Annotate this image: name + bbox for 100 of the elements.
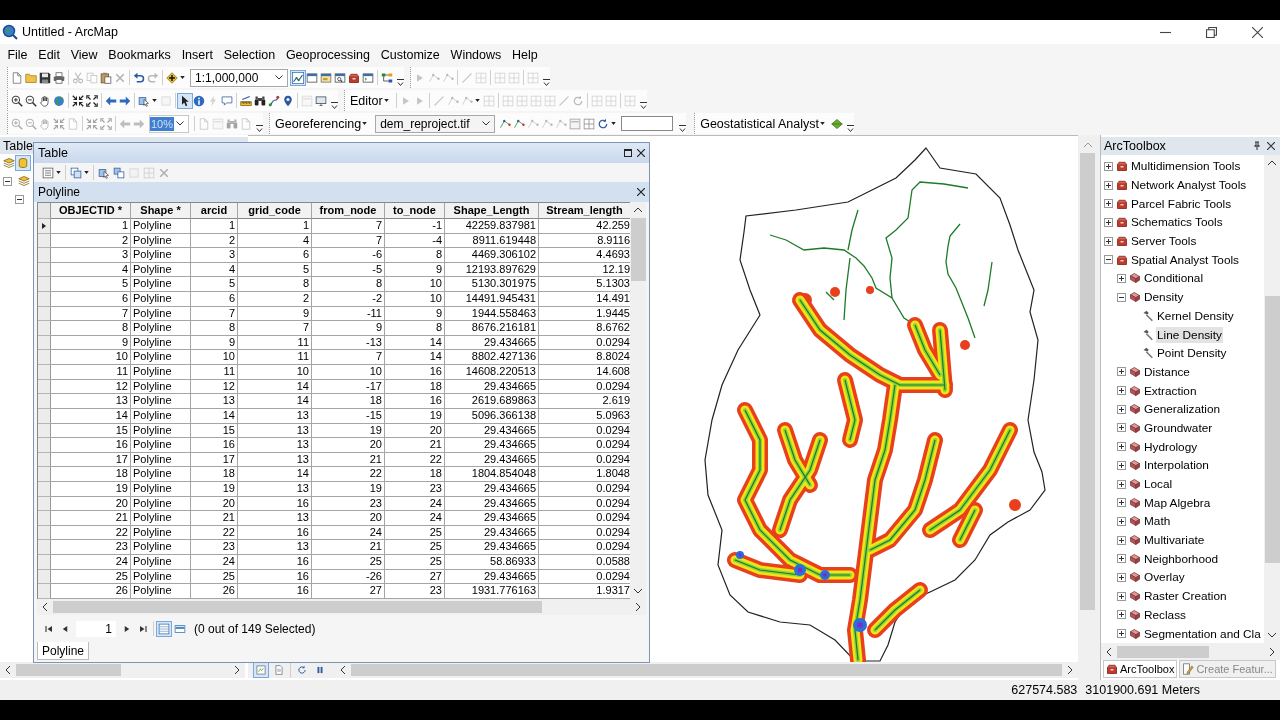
arrows-in-icon[interactable] [71,93,85,108]
chevron-right-icon[interactable] [635,602,641,612]
window-icon[interactable] [305,70,319,85]
location-pin-icon[interactable] [281,93,295,108]
column-header[interactable]: from_node [312,203,385,219]
tree-item[interactable]: Server Tools [1130,233,1198,250]
vertical-scrollbar[interactable] [630,202,646,599]
chevron-icon[interactable] [639,101,647,110]
printer-icon[interactable] [52,70,66,85]
route-icon[interactable] [267,93,281,108]
scrollbar-thumb[interactable] [16,664,121,676]
text-field[interactable] [621,116,674,131]
tree-item[interactable]: Interpolation [1143,457,1210,474]
tree-item[interactable]: Generalization [1143,401,1222,418]
column-header[interactable]: OBJECTID * [51,203,131,219]
close-icon[interactable] [637,188,645,196]
tree-item[interactable]: Kernel Density [1156,307,1235,324]
tree-item[interactable]: Local [1143,476,1174,493]
column-header[interactable]: Shape_Length [445,203,539,219]
diamond-plus-icon[interactable] [165,70,179,85]
expand-icon[interactable] [1117,535,1126,545]
expand-icon[interactable] [1117,273,1126,283]
tree-item[interactable]: Math [1143,513,1172,530]
caret-icon[interactable] [820,122,825,125]
caret-icon[interactable] [180,76,185,79]
tree-item[interactable]: Schematics Tools [1130,214,1224,231]
zoom-out-icon[interactable] [24,93,38,108]
expand-icon[interactable] [1117,460,1126,470]
menu-item[interactable]: Bookmarks [102,46,177,64]
menu-item[interactable]: File [2,46,33,64]
layer-combobox[interactable]: dem_reproject.tif [375,114,496,133]
scrollbar-thumb[interactable] [1264,296,1280,563]
caret-icon[interactable] [383,99,389,102]
collapse-icon[interactable] [1117,292,1126,302]
tree-item[interactable]: Overlay [1143,569,1186,586]
expand-icon[interactable] [1104,180,1113,190]
terminal-window-icon[interactable] [361,70,375,85]
info-icon[interactable] [192,93,206,108]
refresh-icon[interactable] [295,663,309,677]
database-icon[interactable] [16,156,30,170]
tree-item[interactable]: Spatial Analyst Tools [1130,251,1240,268]
menu-item[interactable]: Geoprocessing [280,46,376,64]
chevron-up-icon[interactable] [1267,160,1277,166]
caret-icon[interactable] [84,171,89,174]
expand-icon[interactable] [1117,554,1126,564]
tree-item[interactable]: Network Analyst Tools [1130,177,1248,194]
layers-icon[interactable] [2,156,16,170]
expand-icon[interactable] [1117,404,1126,414]
clipboard-icon[interactable] [99,70,113,85]
chevron-icon[interactable] [543,78,550,87]
column-header[interactable]: Shape * [131,203,191,219]
diamond-icon[interactable] [830,116,844,131]
chevron-right-icon[interactable] [1269,646,1275,657]
editor-menu-button[interactable]: Editor [347,91,394,110]
line-chart-icon[interactable] [291,70,305,85]
horizontal-scrollbar[interactable] [1101,643,1280,660]
menu-item[interactable]: Windows [445,46,507,64]
chevron-left-icon[interactable] [42,602,48,612]
collapse-icon[interactable] [3,176,12,186]
close-icon[interactable] [637,149,645,157]
caret-icon[interactable] [56,171,61,174]
scrollbar-thumb[interactable] [1080,153,1095,610]
chevron-right-icon[interactable] [1067,665,1073,675]
column-header[interactable]: arcid [191,203,238,219]
tree-item[interactable]: Line Density [1156,326,1223,343]
chevron-down-icon[interactable] [633,588,643,594]
menu-item[interactable]: Edit [32,46,66,64]
column-header[interactable]: to_node [385,203,445,219]
horizontal-scrollbar[interactable] [37,599,646,615]
caret-icon[interactable] [362,122,368,125]
chevron-down-icon[interactable] [1267,632,1277,638]
tables-icon[interactable] [68,165,83,180]
chevron-left-icon[interactable] [1106,646,1112,657]
speech-bubble-icon[interactable] [220,93,234,108]
expand-icon[interactable] [1117,498,1126,508]
panel-icon[interactable] [568,116,583,131]
tree-item[interactable]: Parcel Fabric Tools [1130,195,1233,212]
expand-icon[interactable] [1117,572,1126,582]
collapse-icon[interactable] [15,194,24,204]
geostatistical-menu-button[interactable]: Geostatistical Analyst [697,114,830,133]
caret-icon[interactable] [152,99,157,102]
menu-item[interactable]: Customize [375,46,446,64]
search-window-icon[interactable] [333,70,347,85]
scrollbar-thumb[interactable] [630,218,646,281]
pin-icon[interactable] [1253,141,1261,151]
row-header[interactable] [38,219,51,234]
chevron-icon[interactable] [331,101,338,110]
arrows-out-icon[interactable] [85,93,99,108]
expand-icon[interactable] [1104,236,1113,246]
expand-icon[interactable] [1117,386,1126,396]
tree-item[interactable]: Conditional [1143,270,1205,287]
panel-tab[interactable]: ArcToolbox [1103,660,1178,678]
tree-item[interactable]: Raster Creation [1143,588,1228,605]
chevron-up-icon[interactable] [633,207,643,213]
menu-item[interactable]: View [65,46,103,64]
expand-icon[interactable] [1117,610,1126,620]
data-view-icon[interactable] [254,663,268,677]
scissors-icon[interactable] [71,70,85,85]
expand-icon[interactable] [1117,423,1126,433]
menu-item[interactable]: Insert [176,46,219,64]
